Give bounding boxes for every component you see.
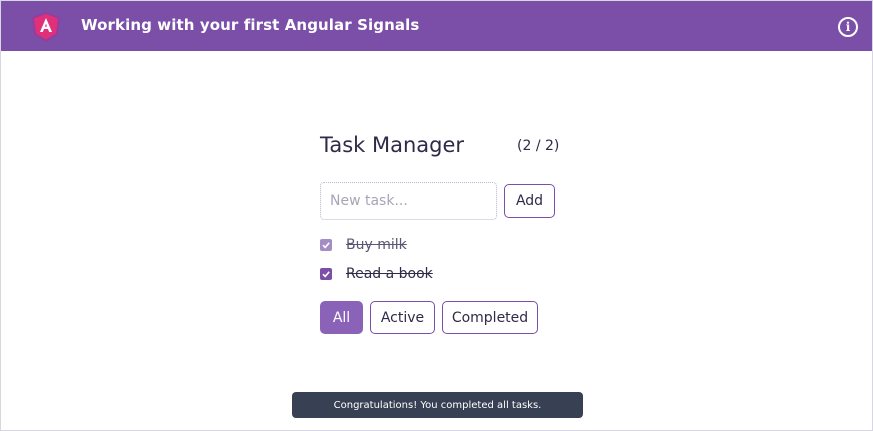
task-item: Read a book [320, 266, 433, 282]
checkmark-icon [322, 271, 330, 278]
info-icon[interactable]: i [838, 17, 858, 37]
task-counter: (2 / 2) [517, 138, 560, 154]
page-title: Task Manager [320, 133, 465, 157]
toast-notification: Congratulations! You completed all tasks… [292, 392, 583, 418]
filter-all-button[interactable]: All [320, 301, 363, 334]
task-checkbox[interactable] [320, 268, 332, 280]
add-task-button[interactable]: Add [504, 184, 555, 218]
app-window: Working with your first Angular Signals … [0, 0, 873, 431]
top-bar: Working with your first Angular Signals … [1, 1, 872, 51]
task-label: Read a book [346, 266, 433, 282]
filter-completed-button[interactable]: Completed [442, 301, 538, 334]
checkmark-icon [322, 242, 330, 249]
task-checkbox[interactable] [320, 239, 332, 251]
angular-logo-icon [32, 12, 60, 42]
app-title: Working with your first Angular Signals [81, 16, 420, 34]
task-item: Buy milk [320, 237, 407, 253]
task-label: Buy milk [346, 237, 407, 253]
filter-active-button[interactable]: Active [370, 301, 435, 334]
new-task-input[interactable] [320, 182, 497, 220]
